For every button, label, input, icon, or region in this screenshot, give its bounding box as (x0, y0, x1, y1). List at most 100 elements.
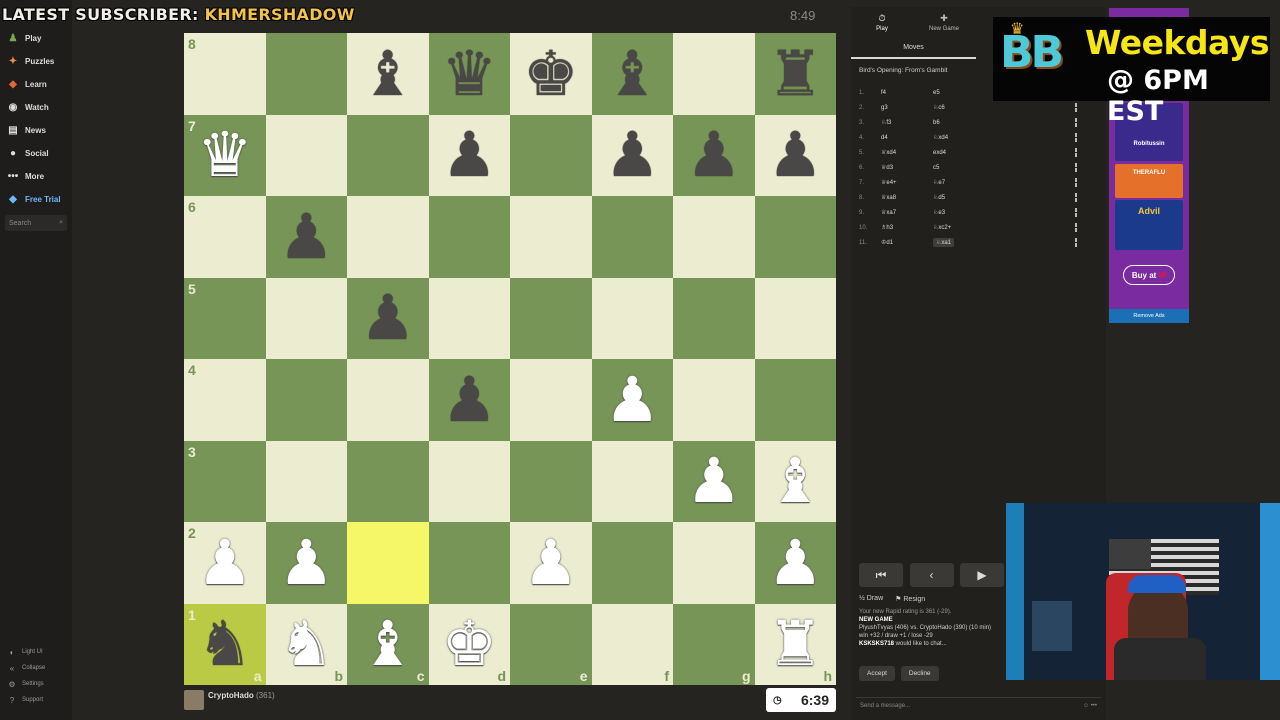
sidebar-search-input[interactable]: Search ⌕ (5, 215, 67, 231)
white-move[interactable]: g3 (881, 105, 933, 111)
white-pawn-icon[interactable]: ♟ (278, 531, 334, 594)
square-a4[interactable]: 4 (184, 359, 266, 441)
black-pawn-icon[interactable]: ♟ (360, 287, 416, 349)
more-icon[interactable]: ••• (1091, 703, 1097, 709)
square-d5[interactable] (428, 277, 510, 359)
square-h4[interactable] (754, 359, 836, 441)
square-e5[interactable] (510, 277, 592, 359)
square-c7[interactable] (347, 114, 429, 196)
previous-move-button[interactable]: ‹ (909, 563, 954, 587)
black-king-icon[interactable]: ♚ (523, 42, 579, 105)
white-queen-icon[interactable]: ♛ (197, 124, 253, 186)
black-bishop-icon[interactable]: ♝ (360, 42, 416, 105)
black-pawn-icon[interactable]: ♟ (604, 124, 660, 186)
white-move[interactable]: ♗h3 (881, 224, 933, 231)
square-d2[interactable] (428, 522, 510, 604)
square-a8[interactable]: 8 (184, 33, 266, 115)
square-d6[interactable] (428, 196, 510, 278)
square-b1[interactable]: b ♞ (265, 603, 347, 685)
square-h5[interactable] (754, 277, 836, 359)
square-h6[interactable] (754, 196, 836, 278)
black-move[interactable]: c5 (933, 165, 993, 171)
white-move[interactable]: ♕xd4 (881, 149, 933, 156)
black-move[interactable]: ♘c6 (933, 104, 993, 111)
square-b6[interactable]: ♟ (265, 196, 347, 278)
white-bishop-icon[interactable]: ♝ (360, 613, 416, 675)
square-d1[interactable]: d ♚ (428, 603, 510, 685)
black-move[interactable]: ♘e3 (933, 209, 993, 216)
square-c5[interactable]: ♟ (347, 277, 429, 359)
square-e3[interactable] (510, 440, 592, 522)
white-move[interactable]: ♕xa7 (881, 209, 933, 216)
square-h1[interactable]: h ♜ (754, 603, 836, 685)
square-c3[interactable] (347, 440, 429, 522)
chat-invite-user[interactable]: KSKSKS718 (859, 641, 894, 647)
square-c8[interactable]: ♝ (347, 33, 429, 115)
sidebar-link-settings[interactable]: ⚙ Settings (0, 676, 72, 692)
square-f2[interactable] (591, 522, 673, 604)
black-move[interactable]: b6 (933, 120, 993, 126)
square-a5[interactable]: 5 (184, 277, 266, 359)
player-name[interactable]: CryptoHado (208, 691, 254, 700)
decline-button[interactable]: Decline (900, 666, 939, 681)
square-e4[interactable] (510, 359, 592, 441)
square-f5[interactable] (591, 277, 673, 359)
square-a7[interactable]: 7 ♛ (184, 114, 266, 196)
square-g4[interactable] (673, 359, 755, 441)
square-f6[interactable] (591, 196, 673, 278)
square-f8[interactable]: ♝ (591, 33, 673, 115)
square-e1[interactable]: e (510, 603, 592, 685)
square-d8[interactable]: ♛ (428, 33, 510, 115)
square-a1[interactable]: 1 a ♞ (184, 603, 266, 685)
white-move[interactable]: ♕xa8 (881, 194, 933, 201)
square-b3[interactable] (265, 440, 347, 522)
sidebar-item-puzzles[interactable]: ✦ Puzzles (0, 50, 72, 73)
first-move-button[interactable]: ⏮ (859, 563, 903, 587)
black-pawn-icon[interactable]: ♟ (278, 205, 334, 268)
square-d4[interactable]: ♟ (428, 359, 510, 441)
white-move[interactable]: f4 (881, 90, 933, 96)
sidebar-item-watch[interactable]: ◉ Watch (0, 96, 72, 119)
white-move[interactable]: d4 (881, 135, 933, 141)
black-move[interactable]: ♘xd4 (933, 134, 993, 141)
ad-buy-button[interactable]: Buy at W (1123, 265, 1175, 285)
square-g3[interactable]: ♟ (673, 440, 755, 522)
tab-play[interactable]: ⏱ Play (851, 7, 913, 37)
square-g8[interactable] (673, 33, 755, 115)
square-c1[interactable]: c ♝ (347, 603, 429, 685)
black-move[interactable]: ♘d5 (933, 194, 993, 201)
sidebar-item-learn[interactable]: ◆ Learn (0, 73, 72, 96)
square-f1[interactable]: f (591, 603, 673, 685)
white-move[interactable]: ♘f3 (881, 119, 933, 126)
square-h8[interactable]: ♜ (754, 33, 836, 115)
square-b8[interactable] (265, 33, 347, 115)
black-move[interactable]: e5 (933, 90, 993, 96)
square-f4[interactable]: ♟ (591, 359, 673, 441)
square-g1[interactable]: g (673, 603, 755, 685)
remove-ads-button[interactable]: Remove Ads (1109, 309, 1189, 323)
white-king-icon[interactable]: ♚ (441, 613, 497, 675)
square-c4[interactable] (347, 359, 429, 441)
white-pawn-icon[interactable]: ♟ (523, 531, 579, 594)
square-d7[interactable]: ♟ (428, 114, 510, 196)
square-d3[interactable] (428, 440, 510, 522)
sidebar-link-support[interactable]: ? Support (0, 692, 72, 708)
square-e8[interactable]: ♚ (510, 33, 592, 115)
white-move[interactable]: ♕e4+ (881, 179, 933, 186)
sidebar-link-collapse[interactable]: « Collapse (0, 660, 72, 676)
black-move[interactable]: exd4 (933, 150, 993, 156)
resign-button[interactable]: ⚑ Resign (895, 595, 925, 603)
tab-new-game[interactable]: ✚ New Game (913, 7, 975, 37)
square-h3[interactable]: ♝ (754, 440, 836, 522)
white-bishop-icon[interactable]: ♝ (767, 450, 823, 512)
white-pawn-icon[interactable]: ♟ (604, 368, 660, 431)
chess-board[interactable]: 8 ♝ ♛ ♚ ♝ ♜ 7 ♛ ♟ ♟ ♟ ♟ 6 ♟ 5 ♟ 4 ♟ ♟ 3 ♟ ♝ 2 ♟ ♟ ♟ ♟ 1 a ♞ b ♞ c ♝ d ♚ e f g h… (184, 33, 836, 685)
black-pawn-icon[interactable]: ♟ (767, 124, 823, 186)
white-rook-icon[interactable]: ♜ (767, 613, 823, 675)
draw-button[interactable]: ½ Draw (859, 595, 883, 603)
black-queen-icon[interactable]: ♛ (441, 42, 497, 105)
black-pawn-icon[interactable]: ♟ (441, 368, 497, 431)
square-b5[interactable] (265, 277, 347, 359)
square-g6[interactable] (673, 196, 755, 278)
sidebar-item-news[interactable]: ▤ News (0, 119, 72, 142)
